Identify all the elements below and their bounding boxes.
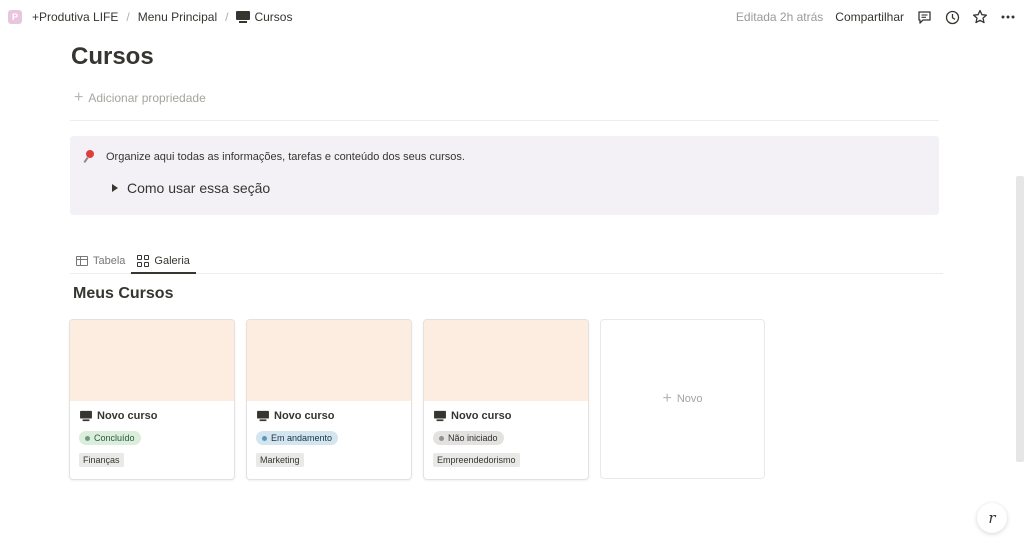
view-tabs: Tabela Galeria [70,248,943,274]
gallery: Novo curso Concluído Finanças Novo curso… [69,319,765,480]
card-cover [70,320,234,401]
card-title: Novo curso [79,410,225,422]
pushpin-icon [83,150,96,163]
breadcrumb-separator: / [126,10,130,24]
gallery-card[interactable]: Novo curso Não iniciado Empreendedorismo [423,319,589,480]
database-title[interactable]: Meus Cursos [73,285,173,303]
monitor-icon [80,410,92,422]
divider [70,120,939,121]
status-text: Concluído [94,433,135,443]
toggle-triangle-icon[interactable] [112,184,118,192]
plus-icon: + [74,89,84,106]
gallery-card[interactable]: Novo curso Em andamento Marketing [246,319,412,480]
status-badge: Concluído [79,431,141,445]
breadcrumb-current-label: Cursos [254,10,293,24]
new-card-label: Novo [676,393,703,405]
monitor-icon [434,410,446,422]
tab-tabela[interactable]: Tabela [70,248,131,273]
more-options-icon[interactable] [1000,9,1016,25]
gallery-card[interactable]: Novo curso Concluído Finanças [69,319,235,480]
share-button[interactable]: Compartilhar [835,10,904,24]
edited-timestamp[interactable]: Editada 2h atrás [736,10,823,24]
monitor-icon [257,410,269,422]
category-tag: Marketing [256,452,304,467]
status-dot [262,435,267,441]
add-property-label: Adicionar propriedade [88,91,206,105]
breadcrumb-parent[interactable]: Menu Principal [138,10,217,24]
category-tag: Empreendedorismo [433,452,520,467]
toggle-label: Como usar essa seção [127,180,271,196]
status-badge: Em andamento [256,431,339,445]
tab-label: Tabela [93,254,126,267]
status-dot [439,435,444,441]
card-title: Novo curso [256,410,402,422]
card-cover [424,320,588,401]
monitor-icon [236,11,251,23]
status-badge: Não iniciado [433,431,504,445]
card-title-text: Novo curso [97,410,158,422]
tab-label: Galeria [154,254,190,267]
page-title[interactable]: Cursos [71,43,154,71]
scrollbar-thumb[interactable] [1016,176,1024,462]
workspace-logo[interactable]: P [8,10,22,24]
breadcrumb-separator: / [225,10,229,24]
breadcrumb: P +Produtiva LIFE / Menu Principal / Cur… [8,10,292,24]
status-dot [85,435,90,441]
add-property-button[interactable]: + Adicionar propriedade [74,89,206,106]
status-text: Não iniciado [448,433,498,443]
status-text: Em andamento [271,433,333,443]
comments-icon[interactable] [916,9,932,25]
callout: Organize aqui todas as informações, tare… [70,136,939,215]
card-title-text: Novo curso [274,410,335,422]
toggle-how-to-use[interactable]: Como usar essa seção [112,180,270,196]
card-title-text: Novo curso [451,410,512,422]
help-button[interactable]: 𝑟 [977,503,1007,533]
breadcrumb-current[interactable]: Cursos [236,10,292,24]
help-icon: 𝑟 [988,509,996,527]
card-title: Novo curso [433,410,579,422]
history-icon[interactable] [944,9,960,25]
favorite-star-icon[interactable] [972,9,988,25]
breadcrumb-workspace[interactable]: +Produtiva LIFE [32,10,118,24]
tab-galeria[interactable]: Galeria [131,248,197,274]
plus-icon: + [662,390,672,407]
category-tag: Finanças [79,452,124,467]
callout-text: Organize aqui todas as informações, tare… [106,150,465,163]
card-cover [247,320,411,401]
new-card-button[interactable]: + Novo [600,319,765,479]
topbar: P +Produtiva LIFE / Menu Principal / Cur… [0,0,1024,34]
table-icon [76,255,88,266]
gallery-icon [137,254,150,267]
